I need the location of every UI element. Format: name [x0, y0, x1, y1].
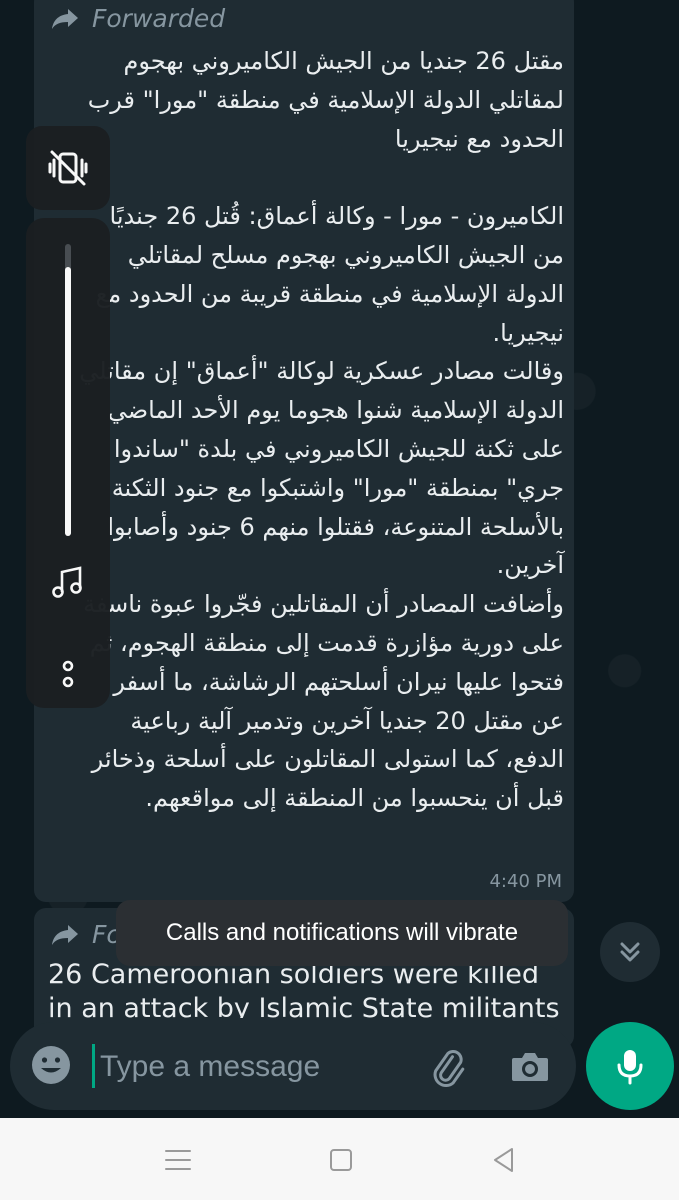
text-cursor — [92, 1044, 95, 1088]
camera-icon[interactable] — [508, 1044, 552, 1088]
forward-arrow-icon — [52, 924, 78, 945]
volume-panel — [26, 218, 110, 708]
message-timestamp: 4:40 PM — [489, 871, 562, 892]
forwarded-indicator: Fo — [50, 920, 122, 949]
volume-slider[interactable] — [65, 244, 71, 536]
forwarded-label: Forwarded — [92, 4, 226, 33]
message-composer — [10, 1022, 576, 1110]
double-chevron-down-icon — [620, 942, 640, 962]
more-vertical-icon[interactable] — [56, 658, 80, 690]
message-input[interactable] — [98, 1040, 402, 1094]
ringer-mode-button[interactable] — [26, 126, 110, 210]
mic-icon — [617, 1050, 643, 1085]
forwarded-indicator: Forwarded — [50, 4, 225, 33]
app-screen: Forwarded مقتل 26 جنديا من الجيش الكامير… — [0, 0, 679, 1200]
recent-apps-icon[interactable] — [160, 1142, 196, 1178]
paperclip-icon[interactable] — [424, 1044, 468, 1088]
forward-arrow-icon — [52, 8, 78, 29]
back-icon[interactable] — [486, 1142, 522, 1178]
message-bubble[interactable]: Forwarded مقتل 26 جنديا من الجيش الكامير… — [34, 0, 574, 902]
system-nav-bar — [0, 1118, 679, 1200]
message-text: 26 Cameroonian soldiers were killed in a… — [48, 959, 560, 1018]
music-note-icon[interactable] — [50, 564, 86, 600]
message-text: مقتل 26 جنديا من الجيش الكاميروني بهجوم … — [79, 47, 564, 813]
toast-message: Calls and notifications will vibrate — [116, 900, 568, 966]
home-icon[interactable] — [323, 1142, 359, 1178]
scroll-to-bottom-button[interactable] — [600, 922, 660, 982]
volume-slider-fill — [65, 267, 71, 536]
vibrate-mute-icon — [48, 150, 88, 186]
emoji-icon[interactable] — [30, 1044, 72, 1086]
voice-message-button[interactable] — [586, 1022, 674, 1110]
